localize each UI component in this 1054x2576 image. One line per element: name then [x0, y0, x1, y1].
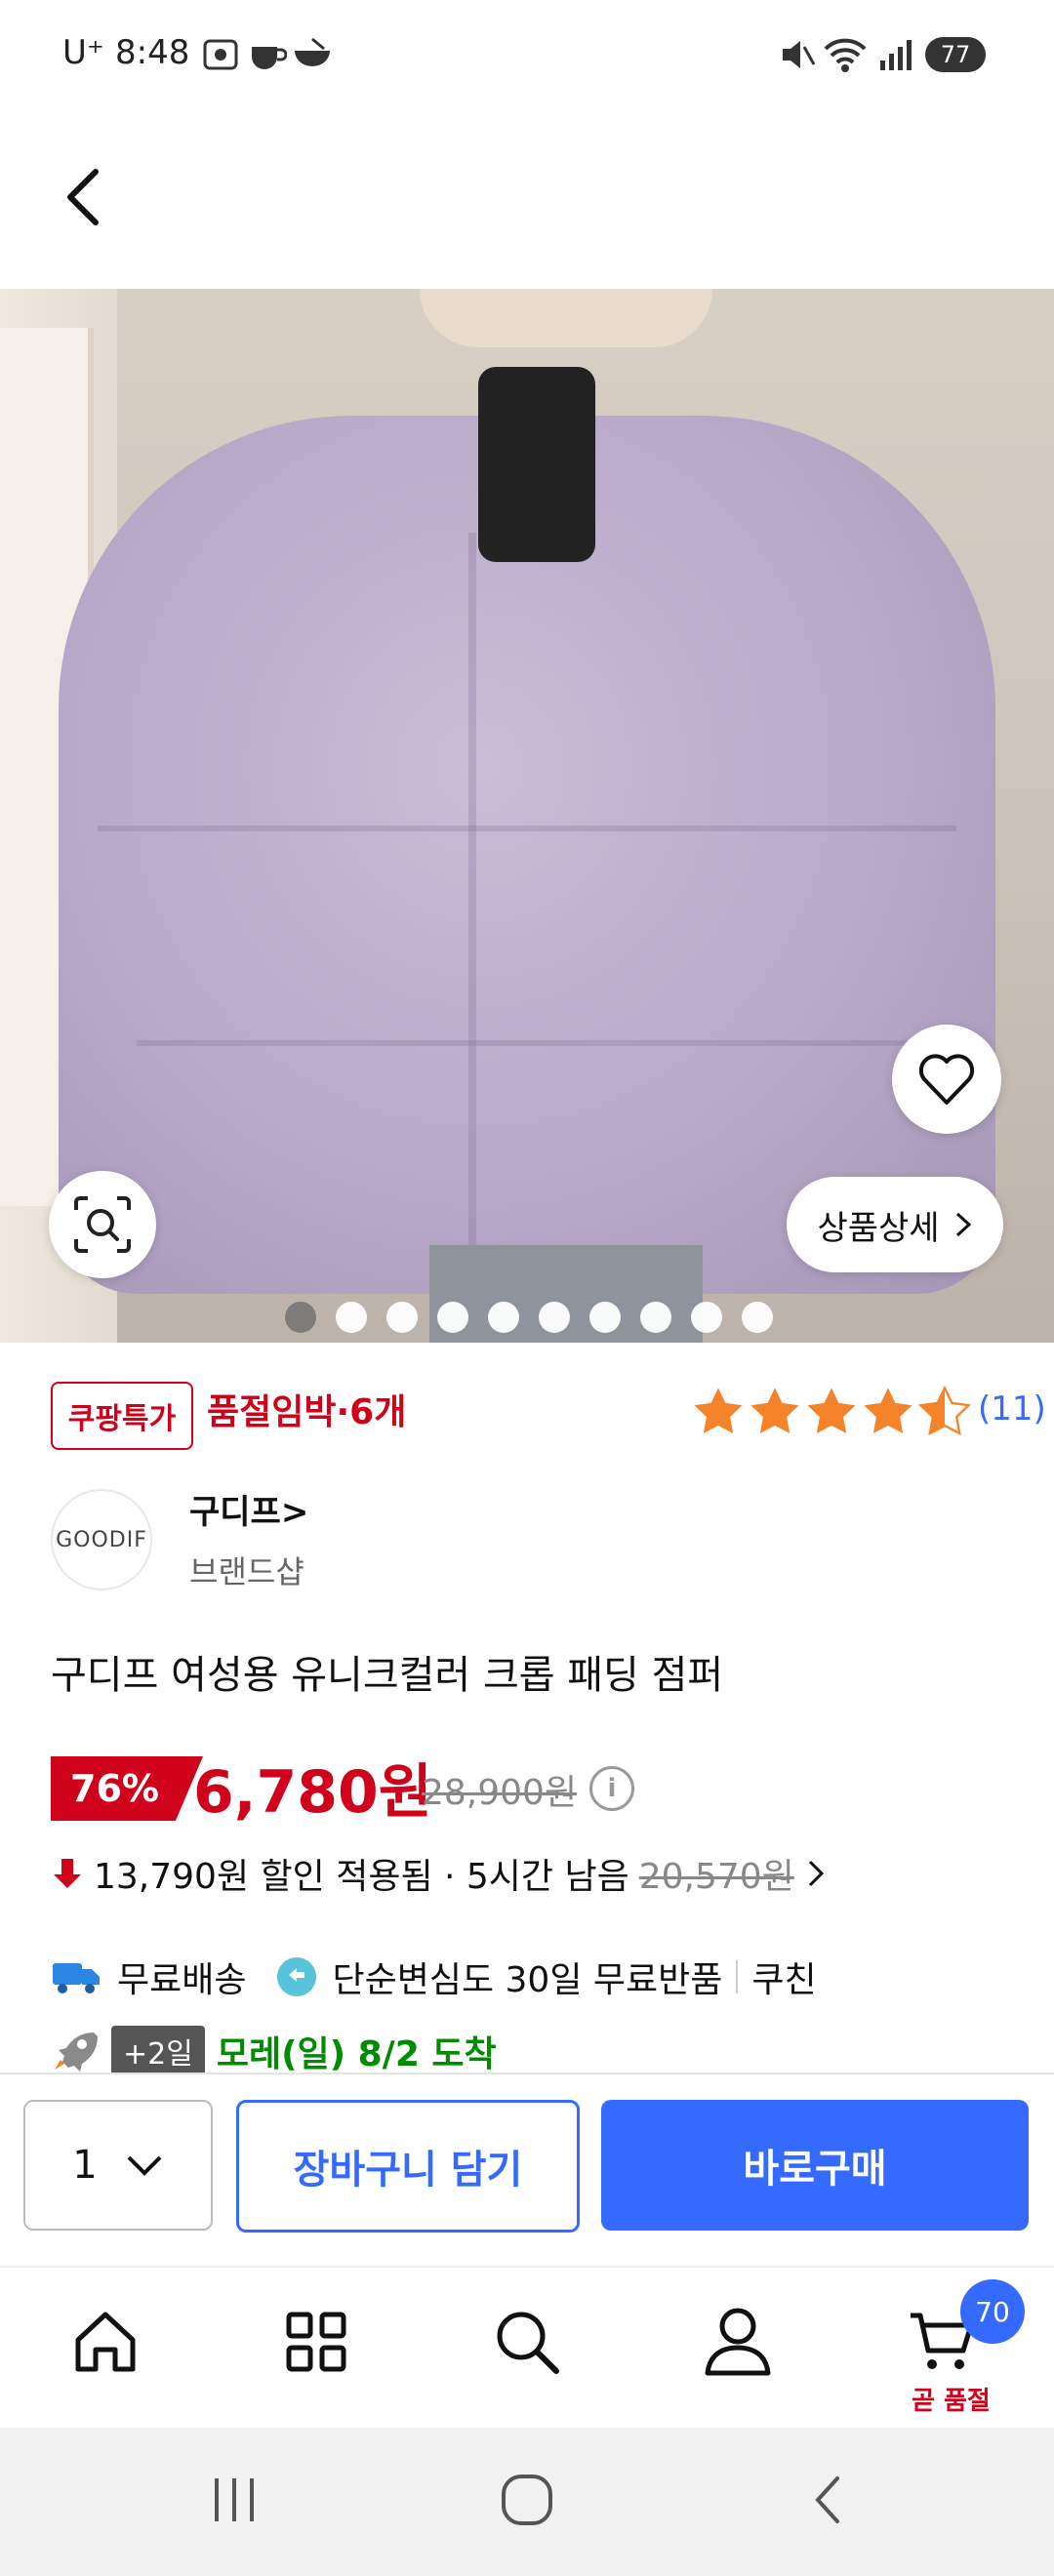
shipping-row: 무료배송 단순변심도 30일 무료반품 쿠친	[51, 1952, 817, 2002]
truck-icon	[53, 1963, 100, 1993]
carousel-dot[interactable]	[742, 1302, 773, 1333]
search-icon	[497, 2312, 559, 2374]
nav-home[interactable]	[66, 2303, 144, 2381]
quantity-select[interactable]: 1	[23, 2100, 213, 2231]
carousel-dot[interactable]	[386, 1302, 418, 1333]
return-icon	[277, 1957, 317, 1996]
battery-indicator: 77	[925, 37, 986, 72]
coffee-icon	[248, 37, 288, 76]
product-image-carousel[interactable]: 상품상세	[0, 289, 1054, 1343]
price-info-icon[interactable]: i	[589, 1766, 634, 1811]
rocket-icon	[55, 2033, 98, 2072]
cart-count-badge: 70	[960, 2279, 1025, 2344]
coocheen-label: 쿠친	[751, 1960, 817, 2000]
chevron-right-icon	[808, 1860, 824, 1887]
free-shipping-label: 무료배송	[117, 1960, 247, 2000]
screenshot-icon	[201, 35, 240, 78]
carousel-dot[interactable]	[336, 1302, 367, 1333]
back-system-button[interactable]	[802, 2473, 857, 2531]
status-time: 8:48	[115, 33, 190, 72]
coupon-strike-price: 20,570원	[638, 1857, 794, 1897]
chevron-right-icon	[955, 1212, 971, 1237]
signal-icon	[878, 37, 913, 76]
coupang-special-badge: 쿠팡특가	[51, 1382, 193, 1450]
home-system-button[interactable]	[500, 2473, 554, 2531]
star-icon	[807, 1388, 856, 1433]
brand-name-link[interactable]: 구디프>	[189, 1485, 308, 1533]
star-icon	[750, 1388, 799, 1433]
coupon-text: 13,790원 할인 적용됨 · 5시간 남음	[94, 1857, 629, 1897]
recent-apps-button[interactable]	[207, 2473, 262, 2531]
back-icon	[815, 2476, 839, 2523]
chevron-down-icon	[127, 2155, 162, 2176]
carrier-label: U⁺	[62, 33, 104, 72]
buy-now-button[interactable]: 바로구매	[601, 2100, 1029, 2231]
sale-price: 6,780원	[193, 1758, 432, 1827]
nav-search[interactable]	[488, 2303, 566, 2381]
phone-graphic	[478, 367, 595, 562]
carousel-indicator[interactable]	[285, 1302, 773, 1333]
home-icon	[75, 2312, 136, 2372]
status-bar: U⁺ 8:48 77	[0, 0, 1054, 109]
product-detail-button[interactable]: 상품상세	[787, 1177, 1003, 1272]
original-price: 28,900원	[422, 1773, 578, 1813]
wifi-icon	[824, 35, 867, 78]
carousel-dot[interactable]	[539, 1302, 570, 1333]
wishlist-button[interactable]	[892, 1025, 1001, 1134]
free-return-label: 단순변심도 30일 무료반품	[332, 1960, 723, 2000]
nav-my-page[interactable]	[699, 2303, 777, 2381]
nav-categories[interactable]	[277, 2303, 355, 2381]
user-icon	[705, 2308, 771, 2376]
coupon-discount-row[interactable]: 13,790원 할인 적용됨 · 5시간 남음 20,570원	[51, 1848, 828, 1899]
cart-soon-soldout-label: 곧 품절	[912, 2387, 991, 2416]
product-detail-label: 상품상세	[817, 1208, 940, 1248]
review-count-link[interactable]: (11)	[978, 1389, 1046, 1429]
system-navigation-bar	[0, 2428, 1054, 2576]
heart-icon	[918, 1054, 975, 1105]
rating-stars[interactable]	[691, 1386, 972, 1438]
plus-days-badge: +2일	[111, 2026, 205, 2076]
recent-apps-icon	[215, 2478, 254, 2521]
delivery-row: +2일 모레(일) 8/2 도착	[51, 2026, 497, 2076]
carousel-dot[interactable]	[691, 1302, 722, 1333]
chevron-left-icon	[67, 169, 99, 225]
down-arrow-icon	[54, 1859, 81, 1888]
carousel-dot[interactable]	[285, 1302, 316, 1333]
image-search-button[interactable]	[49, 1171, 156, 1278]
stock-status-label: 품절임박·6개	[207, 1392, 407, 1432]
brand-subtitle: 브랜드샵	[189, 1553, 304, 1590]
carousel-dot[interactable]	[488, 1302, 519, 1333]
back-button[interactable]	[57, 160, 115, 234]
star-icon	[694, 1388, 743, 1433]
cap-graphic	[420, 289, 712, 347]
carousel-dot[interactable]	[640, 1302, 671, 1333]
star-icon	[864, 1388, 912, 1433]
brand-logo[interactable]: GOODIF	[51, 1489, 152, 1590]
mute-icon	[777, 35, 816, 78]
add-to-cart-button[interactable]: 장바구니 담기	[236, 2100, 580, 2233]
grid-icon	[286, 2312, 346, 2372]
bowl-icon	[293, 37, 332, 76]
top-header	[0, 109, 1054, 289]
discount-badge: 76%	[51, 1756, 203, 1821]
carousel-dot[interactable]	[437, 1302, 468, 1333]
image-search-icon	[74, 1196, 131, 1253]
home-circle-icon	[502, 2475, 552, 2525]
carousel-dot[interactable]	[589, 1302, 621, 1333]
half-star-icon	[917, 1386, 972, 1436]
quantity-value: 1	[72, 2143, 98, 2188]
arrival-date: 모레(일) 8/2 도착	[216, 2034, 497, 2074]
product-title: 구디프 여성용 유니크컬러 크롭 패딩 점퍼	[51, 1653, 724, 1698]
